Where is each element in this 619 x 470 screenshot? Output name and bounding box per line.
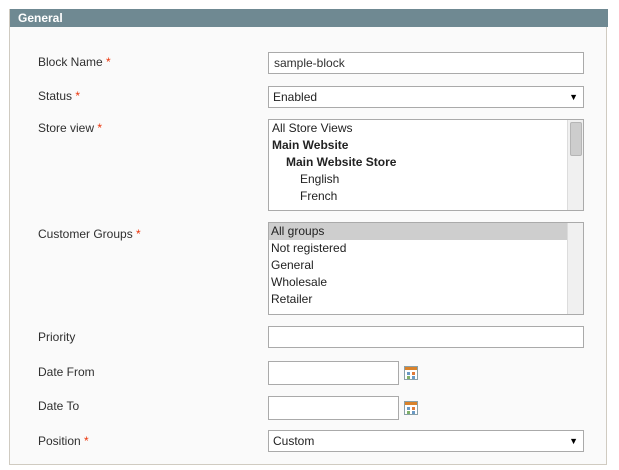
calendar-icon[interactable] <box>404 366 418 380</box>
status-select[interactable]: Enabled ▼ <box>268 86 584 108</box>
required-mark: * <box>75 89 81 103</box>
store-view-option[interactable]: Main Website <box>269 137 583 154</box>
date-to-input[interactable] <box>268 396 399 420</box>
store-view-scrollbar[interactable] <box>567 120 583 210</box>
calendar-icon[interactable] <box>404 401 418 415</box>
required-mark: * <box>97 121 103 135</box>
required-mark: * <box>136 227 141 241</box>
store-view-option[interactable]: Main Website Store <box>269 154 583 171</box>
store-view-option[interactable]: All Store Views <box>269 120 583 137</box>
customer-group-option[interactable]: Wholesale <box>269 274 583 291</box>
date-from-label-text: Date From <box>38 365 95 379</box>
customer-groups-scrollbar[interactable] <box>567 223 583 314</box>
customer-group-option[interactable]: All groups <box>269 223 583 240</box>
date-to-label-text: Date To <box>38 399 80 413</box>
triangle-down-icon: ▼ <box>569 92 578 102</box>
customer-groups-label: Customer Groups * <box>38 227 141 241</box>
priority-input[interactable] <box>268 326 584 348</box>
customer-groups-label-text: Customer Groups <box>38 227 133 241</box>
priority-label: Priority <box>38 330 75 344</box>
store-view-option[interactable]: French <box>269 188 583 205</box>
date-to-label: Date To <box>38 399 79 413</box>
section-title: General <box>10 9 608 27</box>
store-view-label-text: Store view <box>38 121 95 135</box>
store-view-option[interactable]: English <box>269 171 583 188</box>
position-label: Position * <box>38 434 89 448</box>
customer-group-option[interactable]: General <box>269 257 583 274</box>
date-from-label: Date From <box>38 365 95 379</box>
store-view-label: Store view * <box>38 121 102 135</box>
date-from-input[interactable] <box>268 361 399 385</box>
general-fieldset: General Block Name * Status * Enabled ▼ … <box>9 9 608 465</box>
position-selected-value: Custom <box>273 434 315 448</box>
status-label-text: Status <box>38 89 73 103</box>
block-name-label-text: Block Name <box>38 55 103 69</box>
position-select[interactable]: Custom ▼ <box>268 430 584 452</box>
customer-group-option[interactable]: Retailer <box>269 291 583 308</box>
block-name-input[interactable] <box>268 52 584 74</box>
status-selected-value: Enabled <box>273 90 318 104</box>
priority-label-text: Priority <box>38 330 76 344</box>
scrollbar-thumb[interactable] <box>570 122 582 156</box>
required-mark: * <box>84 434 89 448</box>
required-mark: * <box>106 55 111 69</box>
position-label-text: Position <box>38 434 81 448</box>
store-view-multiselect[interactable]: All Store Views Main Website Main Websit… <box>268 119 584 211</box>
customer-group-option[interactable]: Not registered <box>269 240 583 257</box>
customer-groups-multiselect[interactable]: All groups Not registered General Wholes… <box>268 222 584 315</box>
triangle-down-icon: ▼ <box>569 436 578 446</box>
block-name-label: Block Name * <box>38 55 111 69</box>
status-label: Status * <box>38 89 80 103</box>
